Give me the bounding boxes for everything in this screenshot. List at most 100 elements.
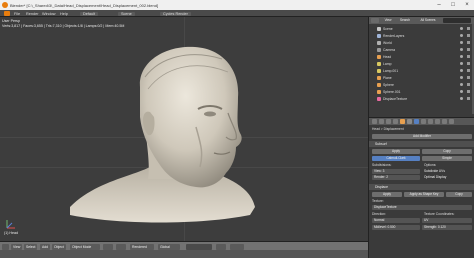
3d-viewport[interactable]: User Persp Verts:3,817 | Faces:3,655 | T… [0, 17, 368, 241]
render-camera-icon[interactable] [467, 55, 470, 58]
modifiers-tab-icon[interactable] [414, 119, 419, 124]
visibility-eye-icon[interactable] [460, 34, 463, 37]
render-camera-icon[interactable] [467, 76, 470, 79]
menu-window[interactable]: Window [42, 12, 56, 16]
scene-selector[interactable]: Scene [118, 11, 135, 16]
subsurf-simple-tab[interactable]: Simple [422, 156, 472, 161]
outliner-row[interactable]: Head [369, 54, 474, 60]
render-camera-icon[interactable] [467, 34, 470, 37]
outliner-search-menu[interactable]: Search [397, 18, 413, 23]
render-camera-icon[interactable] [467, 48, 470, 51]
constraints-tab-icon[interactable] [407, 119, 412, 124]
snap-toggle[interactable] [216, 243, 226, 250]
data-tab-icon[interactable] [421, 119, 426, 124]
particles-tab-icon[interactable] [442, 119, 447, 124]
outliner-view-menu[interactable]: View [381, 18, 395, 23]
modifier-subsurf-header[interactable]: Subsurf [369, 141, 474, 147]
displace-apply-button[interactable]: Apply [372, 192, 402, 197]
layout-selector[interactable]: Default [80, 11, 99, 16]
menu-help[interactable]: Help [60, 12, 68, 16]
outliner-row[interactable]: Sphere [369, 82, 474, 88]
menu-render[interactable]: Render [26, 12, 38, 16]
maximize-button[interactable]: □ [446, 0, 460, 10]
render-camera-icon[interactable] [467, 90, 470, 93]
scene-tab-icon[interactable] [386, 119, 391, 124]
outliner-row[interactable]: Scene [369, 26, 474, 32]
outliner-row[interactable]: DisplaceTexture [369, 96, 474, 102]
sculpted-head-model[interactable] [0, 17, 368, 241]
outliner-item-icon [377, 69, 381, 73]
displace-strength-field[interactable]: Strength: 0.120 [422, 225, 472, 230]
outliner-row[interactable]: Lamp.001 [369, 68, 474, 74]
render-preview-button[interactable] [230, 243, 244, 250]
mode-selector[interactable]: Object Mode [70, 243, 100, 250]
render-layers-tab-icon[interactable] [379, 119, 384, 124]
layer-buttons[interactable] [186, 243, 212, 250]
outliner-row[interactable]: Plane [369, 75, 474, 81]
add-modifier-dropdown[interactable]: Add Modifier [372, 134, 472, 139]
texture-tab-icon[interactable] [435, 119, 440, 124]
visibility-eye-icon[interactable] [460, 97, 463, 100]
menu-file[interactable]: File [14, 12, 20, 16]
subsurf-apply-button[interactable]: Apply [372, 149, 420, 154]
world-tab-icon[interactable] [393, 119, 398, 124]
render-engine-selector[interactable]: Cycles Render [160, 11, 191, 16]
outliner-search-input[interactable] [443, 18, 471, 23]
pivot-point-selector[interactable] [116, 243, 126, 250]
subsurf-view-field[interactable]: View: 3 [372, 169, 420, 174]
object-tab-icon[interactable] [400, 119, 405, 124]
subsurf-catmull-tab[interactable]: Catmull-Clark [372, 156, 420, 161]
render-camera-icon[interactable] [467, 27, 470, 30]
shading-mode[interactable]: Rendered [130, 243, 154, 250]
modifier-displace-header[interactable]: Displace [369, 184, 474, 190]
render-camera-icon[interactable] [467, 62, 470, 65]
close-button[interactable]: × [460, 0, 474, 10]
visibility-eye-icon[interactable] [460, 83, 463, 86]
displace-direction-field[interactable]: Normal [372, 218, 420, 223]
displace-apply-shape-button[interactable]: Apply as Shape Key [404, 192, 444, 197]
visibility-eye-icon[interactable] [460, 90, 463, 93]
optimal-display-checkbox[interactable]: Optimal Display [422, 175, 472, 180]
visibility-eye-icon[interactable] [460, 55, 463, 58]
add-menu[interactable]: Add [40, 243, 51, 250]
visibility-eye-icon[interactable] [460, 76, 463, 79]
subsurf-render-field[interactable]: Render: 2 [372, 175, 420, 180]
transform-orientation[interactable]: Global [158, 243, 180, 250]
visibility-eye-icon[interactable] [460, 62, 463, 65]
outliner-row[interactable]: World [369, 40, 474, 46]
render-camera-icon[interactable] [467, 97, 470, 100]
render-camera-icon[interactable] [467, 41, 470, 44]
displace-midlevel-field[interactable]: Midlevel: 0.500 [372, 225, 420, 230]
displace-copy-button[interactable]: Copy [446, 192, 472, 197]
material-tab-icon[interactable] [428, 119, 433, 124]
displace-texture-field[interactable]: DisplaceTexture [372, 205, 472, 210]
displace-coords-field[interactable]: UV [422, 218, 472, 223]
subsurf-copy-button[interactable]: Copy [422, 149, 472, 154]
render-tab-icon[interactable] [372, 119, 377, 124]
render-camera-icon[interactable] [467, 83, 470, 86]
outliner-row[interactable]: Camera [369, 47, 474, 53]
visibility-eye-icon[interactable] [460, 48, 463, 51]
outliner-panel: View Search All Scenes Scene RenderLayers… [368, 17, 474, 117]
outliner-row[interactable]: Lamp [369, 61, 474, 67]
outliner-row[interactable]: RenderLayers [369, 33, 474, 39]
render-camera-icon[interactable] [467, 69, 470, 72]
outliner-row[interactable]: Sphere.001 [369, 89, 474, 95]
object-menu[interactable]: Object [52, 243, 66, 250]
outliner-display-mode[interactable]: All Scenes [415, 18, 441, 23]
visibility-eye-icon[interactable] [460, 27, 463, 30]
viewport-shading-selector[interactable] [103, 243, 113, 250]
info-editor-icon[interactable] [4, 11, 10, 16]
subdivide-uvs-checkbox[interactable]: Subdivide UVs [422, 169, 472, 174]
editor-type-icon[interactable] [2, 243, 9, 250]
select-menu[interactable]: Select [24, 243, 38, 250]
outliner-editor-icon[interactable] [371, 18, 379, 23]
timeline-header[interactable] [0, 250, 368, 258]
modifier-subsurf-name[interactable]: Subsurf [375, 142, 387, 146]
view-menu[interactable]: View [11, 243, 23, 250]
modifier-displace-name[interactable]: Displace [375, 185, 388, 189]
visibility-eye-icon[interactable] [460, 69, 463, 72]
minimize-button[interactable]: – [432, 0, 446, 10]
visibility-eye-icon[interactable] [460, 41, 463, 44]
physics-tab-icon[interactable] [449, 119, 454, 124]
